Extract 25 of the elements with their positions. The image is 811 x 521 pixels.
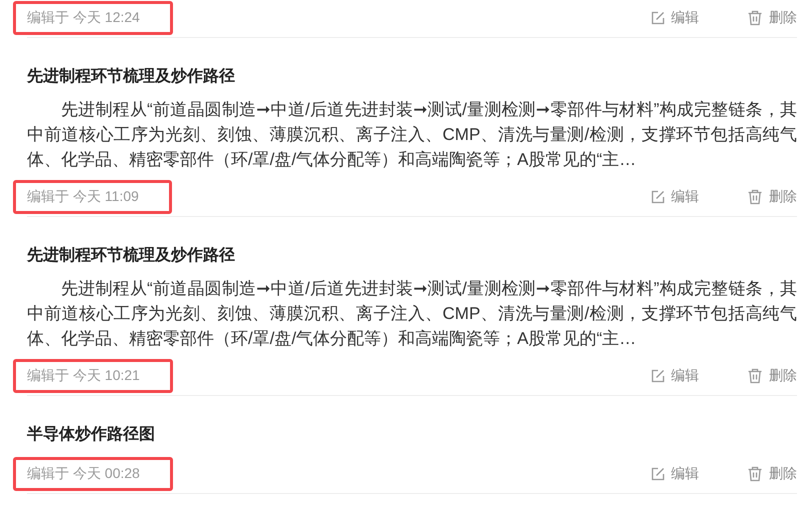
trash-icon <box>747 466 763 482</box>
delete-button[interactable]: 删除 <box>747 9 797 27</box>
edit-time: 编辑于 今天 10:21 <box>13 359 173 393</box>
note-excerpt: 先进制程从“前道晶圆制造➞中道/后道先进封装➞测试/量测检测➞零部件与材料”构成完整链条，其中前道核心工序为光刻、刻蚀、薄膜沉积、离子注入、CMP、清洗与量测/检测，支撑环节包括高纯气体、化学品、精密零部件（环/罩/盘/气体分配等）和高端陶瓷等；A股常见的“主… <box>27 278 797 350</box>
edit-icon <box>651 11 665 25</box>
edit-button[interactable]: 编辑 <box>651 465 699 483</box>
trash-icon <box>747 189 763 205</box>
edit-icon <box>651 190 665 204</box>
edit-icon <box>651 467 665 481</box>
delete-button[interactable]: 删除 <box>747 367 797 385</box>
note-title[interactable]: 先进制程环节梳理及炒作路径 <box>27 245 797 267</box>
note-title[interactable]: 半导体炒作路径图 <box>27 424 797 446</box>
note-title[interactable]: 先进制程环节梳理及炒作路径 <box>27 66 797 88</box>
trash-icon <box>747 368 763 384</box>
delete-button[interactable]: 删除 <box>747 188 797 206</box>
trash-icon <box>747 10 763 26</box>
edit-button[interactable]: 编辑 <box>651 9 699 27</box>
delete-button[interactable]: 删除 <box>747 465 797 483</box>
edit-time: 编辑于 今天 00:28 <box>13 457 173 491</box>
edit-time: 编辑于 今天 12:24 <box>13 1 173 35</box>
edit-icon <box>651 369 665 383</box>
edit-button[interactable]: 编辑 <box>651 188 699 206</box>
edit-button[interactable]: 编辑 <box>651 367 699 385</box>
note-excerpt: 先进制程从“前道晶圆制造➞中道/后道先进封装➞测试/量测检测➞零部件与材料”构成完整链条，其中前道核心工序为光刻、刻蚀、薄膜沉积、离子注入、CMP、清洗与量测/检测，支撑环节包括高纯气体、化学品、精密零部件（环/罩/盘/气体分配等）和高端陶瓷等；A股常见的“主… <box>27 99 797 171</box>
edit-time: 编辑于 今天 11:09 <box>13 180 172 214</box>
